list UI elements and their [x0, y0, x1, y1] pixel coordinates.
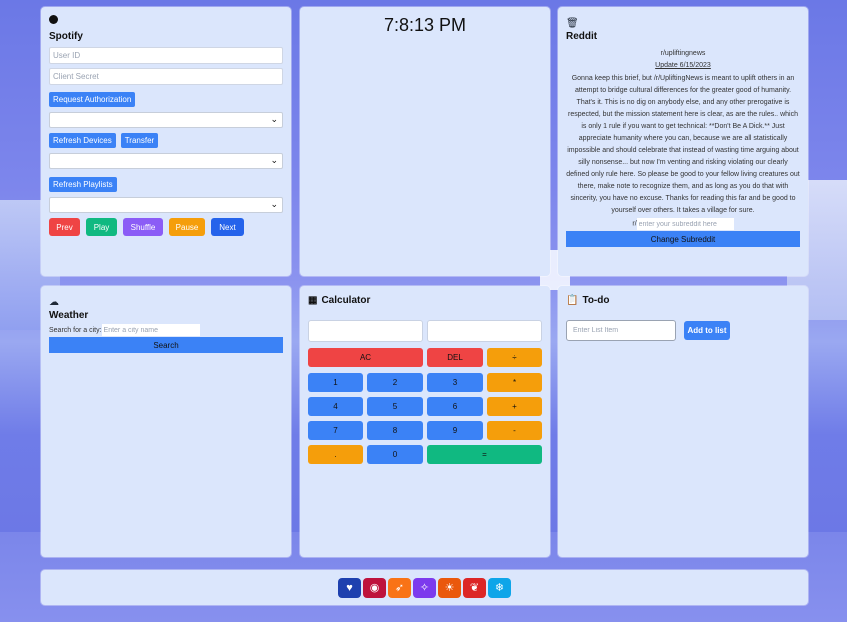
- playlist-select[interactable]: ⌄: [49, 197, 283, 213]
- change-subreddit-button[interactable]: Change Subreddit: [566, 231, 800, 247]
- calculator-icon: ▦: [308, 294, 318, 306]
- shuffle-button[interactable]: Shuffle: [123, 218, 163, 236]
- key-7[interactable]: 7: [308, 421, 363, 440]
- refresh-playlists-button[interactable]: Refresh Playlists: [49, 177, 117, 192]
- snowflake-icon[interactable]: ❄: [488, 577, 511, 598]
- panel-title: Reddit: [566, 31, 598, 42]
- post-body: Gonna keep this brief, but /r/UpliftingN…: [566, 75, 800, 214]
- device-select[interactable]: ⌄: [49, 112, 283, 128]
- weather-panel: ☁ Weather Search for a city: Search: [41, 286, 291, 557]
- clipboard-icon: 📋: [566, 294, 579, 306]
- chevron-down-icon: ⌄: [270, 155, 278, 165]
- calculator-previous-display: [308, 320, 423, 342]
- add-to-list-button[interactable]: Add to list: [684, 321, 730, 340]
- post-title-link[interactable]: Update 6/15/2023: [566, 60, 800, 72]
- search-button[interactable]: Search: [49, 337, 283, 353]
- rocket-icon[interactable]: ➶: [388, 577, 411, 598]
- wand-icon[interactable]: ✧: [413, 577, 436, 598]
- playback-controls: Prev Play Shuffle Pause Next: [49, 218, 283, 236]
- refresh-devices-button[interactable]: Refresh Devices: [49, 133, 116, 148]
- panel-title: Weather: [49, 310, 89, 321]
- decimal-button[interactable]: .: [308, 445, 363, 464]
- sunset-icon[interactable]: ☀: [438, 577, 461, 598]
- todo-panel: 📋 To-do Add to list: [558, 286, 808, 557]
- leaf-icon[interactable]: ❦: [463, 577, 486, 598]
- key-2[interactable]: 2: [367, 373, 423, 392]
- transfer-button[interactable]: Transfer: [120, 133, 159, 148]
- subreddit-input[interactable]: [636, 218, 734, 230]
- playlist-device-select[interactable]: ⌄: [49, 153, 283, 169]
- spotify-panel: Spotify Request Authorization ⌄ Refresh …: [41, 7, 291, 276]
- gamepad-icon[interactable]: ◉: [363, 577, 386, 598]
- key-8[interactable]: 8: [367, 421, 423, 440]
- plus-button[interactable]: +: [487, 397, 542, 416]
- divide-button[interactable]: ÷: [487, 348, 542, 367]
- key-3[interactable]: 3: [427, 373, 483, 392]
- key-4[interactable]: 4: [308, 397, 363, 416]
- calculator-panel: ▦ Calculator AC DEL ÷ 1 2 3 * 4 5 6 + 7 …: [300, 286, 550, 557]
- calculator-current-display: [427, 320, 542, 342]
- key-0[interactable]: 0: [367, 445, 423, 464]
- heart-icon[interactable]: ♥: [338, 577, 361, 598]
- play-button[interactable]: Play: [86, 218, 117, 236]
- app-dock: ♥ ◉ ➶ ✧ ☀ ❦ ❄: [41, 570, 808, 605]
- key-9[interactable]: 9: [427, 421, 483, 440]
- del-button[interactable]: DEL: [427, 348, 483, 367]
- subreddit-name: r/upliftingnews: [660, 50, 706, 57]
- key-1[interactable]: 1: [308, 373, 363, 392]
- cloud-icon: ☁: [49, 297, 59, 308]
- chevron-down-icon: ⌄: [270, 199, 278, 209]
- equals-button[interactable]: =: [427, 445, 542, 464]
- panel-title: To-do: [582, 295, 610, 306]
- chevron-down-icon: ⌄: [270, 114, 278, 124]
- panel-title: Calculator: [321, 295, 371, 306]
- clock-panel: 7:8:13 PM: [300, 7, 550, 276]
- prev-button[interactable]: Prev: [49, 218, 80, 236]
- user-id-input[interactable]: [49, 47, 283, 64]
- ac-button[interactable]: AC: [308, 348, 423, 367]
- todo-input[interactable]: [566, 320, 676, 341]
- panel-title: Spotify: [49, 31, 83, 42]
- next-button[interactable]: Next: [211, 218, 244, 236]
- key-5[interactable]: 5: [367, 397, 423, 416]
- clock-time: 7:8:13 PM: [383, 15, 467, 35]
- minus-button[interactable]: -: [487, 421, 542, 440]
- multiply-button[interactable]: *: [487, 373, 542, 392]
- trash-icon: 🗑: [566, 18, 579, 29]
- city-input[interactable]: [101, 324, 200, 336]
- key-6[interactable]: 6: [427, 397, 483, 416]
- pause-button[interactable]: Pause: [169, 218, 205, 236]
- city-label: Search for a city:: [49, 326, 102, 334]
- client-secret-input[interactable]: [49, 68, 283, 85]
- spotify-icon: [49, 15, 58, 24]
- reddit-panel: 🗑 Reddit r/upliftingnews Update 6/15/202…: [558, 7, 808, 276]
- request-authorization-button[interactable]: Request Authorization: [49, 92, 136, 107]
